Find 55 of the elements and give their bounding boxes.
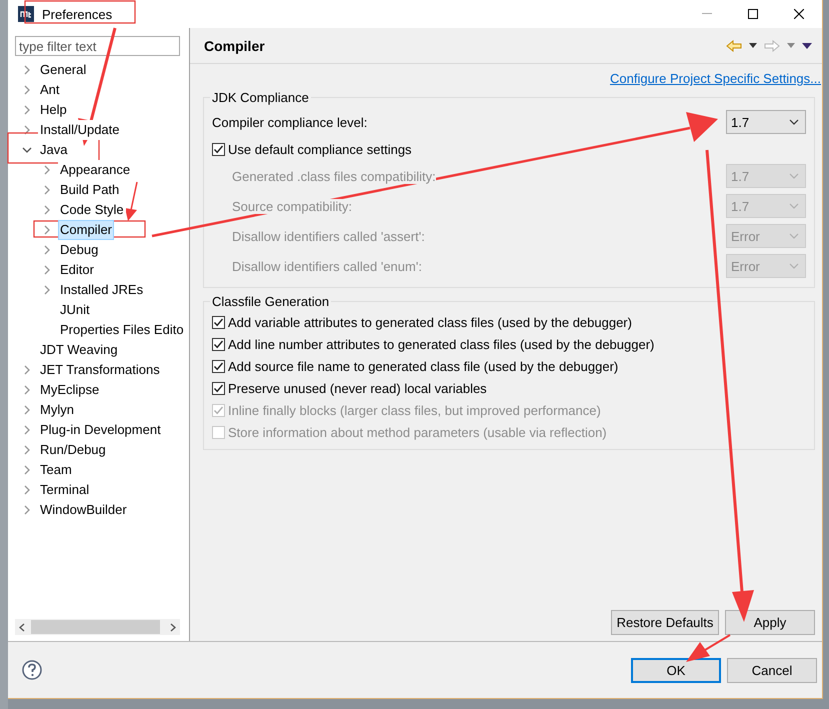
dropdown-chevron-icon — [789, 203, 799, 209]
back-arrow-icon[interactable] — [726, 40, 742, 52]
checkbox-label[interactable]: Add variable attributes to generated class files (used by the debugger) — [228, 314, 632, 330]
dropdown-triangle-icon[interactable] — [749, 43, 757, 48]
checkmark-icon — [213, 338, 224, 350]
annotation-arrow — [125, 182, 138, 221]
dropdown-chevron-icon — [789, 263, 799, 269]
scroll-left-icon[interactable] — [19, 622, 25, 632]
checkbox-label[interactable]: Add line number attributes to generated class files (used by the debugger) — [228, 336, 654, 352]
restore-defaults-button[interactable]: Restore Defaults — [611, 610, 719, 635]
setting-label: Compiler compliance level: — [212, 114, 368, 130]
maximize-icon[interactable] — [748, 9, 758, 19]
view-menu-icon[interactable] — [802, 42, 812, 48]
checkmark-icon — [213, 382, 224, 394]
group-title: JDK Compliance — [211, 90, 310, 105]
dropdown-chevron-icon — [789, 119, 799, 125]
page-title: Compiler — [204, 38, 266, 54]
setting-label: Disallow identifiers called 'assert': — [232, 228, 425, 244]
annotation-arrow — [686, 634, 731, 662]
checkbox[interactable] — [212, 338, 225, 350]
checkbox[interactable] — [212, 360, 225, 372]
forward-arrow-icon[interactable] — [764, 40, 780, 52]
help-icon[interactable] — [22, 660, 42, 680]
version-dropdown[interactable]: 1.7 — [726, 110, 806, 134]
dropdown-chevron-icon — [789, 173, 799, 179]
app-logo-icon — [18, 6, 34, 22]
project-settings-link[interactable]: Configure Project Specific Settings... — [610, 71, 821, 86]
checkbox[interactable] — [212, 142, 225, 156]
checkmark-icon — [213, 316, 224, 328]
horizontal-scrollbar[interactable] — [15, 619, 180, 635]
close-icon[interactable] — [794, 9, 804, 19]
tree-item[interactable]: Compiler — [58, 220, 114, 240]
checkmark-icon — [213, 404, 224, 416]
group-title: Classfile Generation — [211, 294, 330, 309]
cancel-button[interactable]: Cancel — [727, 658, 817, 682]
checkbox-label[interactable]: Use default compliance settings — [228, 142, 412, 156]
window-title: Preferences — [42, 6, 112, 22]
setting-label: Source compatibility: — [232, 198, 352, 214]
checkmark-icon — [213, 360, 224, 372]
checkbox[interactable] — [212, 382, 225, 394]
checkbox-label[interactable]: Add source file name to generated class file (used by the debugger) — [228, 358, 618, 374]
ok-button[interactable]: OK — [631, 658, 721, 682]
tree-item[interactable]: Install/Update — [38, 120, 122, 140]
checkmark-icon — [213, 144, 224, 154]
setting-label: Disallow identifiers called 'enum': — [232, 258, 422, 274]
tree-item[interactable]: Appearance — [58, 160, 132, 180]
minimize-icon[interactable] — [702, 13, 712, 15]
setting-label: Generated .class files compatibility: — [232, 168, 436, 184]
expanded-chevron-icon[interactable] — [22, 145, 32, 155]
apply-button[interactable]: Apply — [725, 610, 815, 635]
dropdown-chevron-icon — [789, 233, 799, 239]
filter-field[interactable]: type filter text — [15, 36, 180, 56]
checkbox-label[interactable]: Preserve unused (never read) local variables — [228, 380, 487, 396]
scroll-right-icon[interactable] — [170, 622, 176, 632]
checkbox[interactable] — [212, 316, 225, 328]
